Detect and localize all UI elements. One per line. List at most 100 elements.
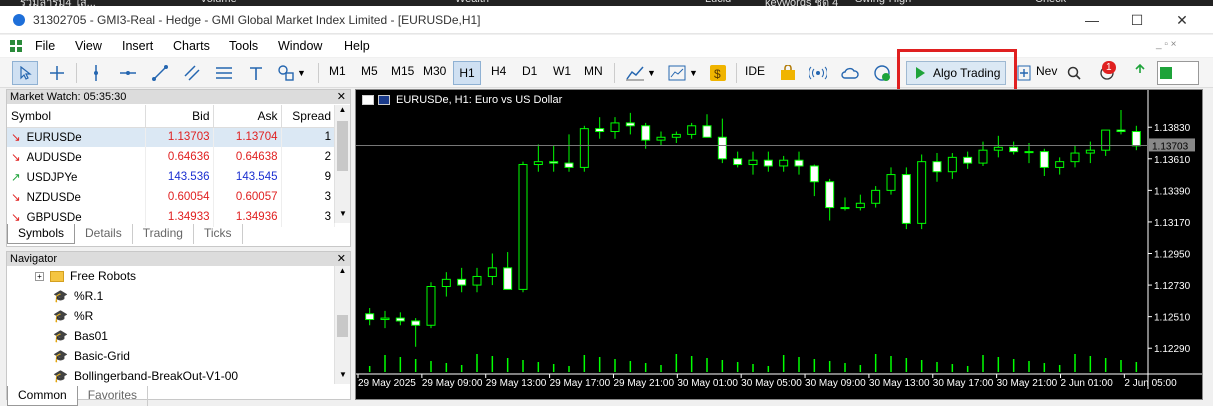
vertical-line-button[interactable]: [84, 61, 108, 85]
timeframe-d1[interactable]: D1: [522, 64, 537, 78]
nav-folder-free-robots[interactable]: + Free Robots: [35, 266, 136, 286]
tab-details[interactable]: Details: [75, 224, 133, 244]
nav-ea-item[interactable]: 🎓 Bas01: [53, 326, 108, 346]
indicators-dropdown[interactable]: ▼: [664, 61, 702, 85]
cursor-tool-button[interactable]: [12, 61, 38, 85]
title-bar: 31302705 - GMI3-Real - Hedge - GMI Globa…: [0, 6, 1213, 34]
trendline-button[interactable]: [148, 61, 172, 85]
column-symbol[interactable]: Symbol: [7, 105, 146, 128]
maximize-button[interactable]: ☐: [1115, 9, 1159, 31]
shapes-dropdown[interactable]: ▼: [272, 61, 312, 85]
arrow-down-icon: ↘: [11, 152, 21, 164]
timeframe-m1[interactable]: M1: [329, 64, 346, 78]
ide-button[interactable]: IDE: [745, 64, 765, 78]
menu-tools[interactable]: Tools: [229, 39, 258, 53]
nav-ea-item[interactable]: 🎓 %R.1: [53, 286, 103, 306]
chart-type-dropdown[interactable]: ▼: [622, 61, 660, 85]
nav-ea-item[interactable]: 🎓 %R: [53, 306, 93, 326]
signals-button[interactable]: [806, 61, 830, 85]
menu-file[interactable]: File: [35, 39, 55, 53]
tab-favorites[interactable]: Favorites: [78, 386, 149, 406]
candle-body: [1009, 146, 1019, 153]
tab-symbols[interactable]: Symbols: [7, 224, 76, 244]
market-watch-row[interactable]: ↘ NZDUSDe 0.60054 0.60057 3: [7, 187, 335, 207]
price-chart[interactable]: 1.13830 1.13610 1.13390 1.13170 1.12950 1.127…: [356, 90, 1202, 399]
mdi-controls[interactable]: _ ▫ ×: [1156, 39, 1177, 50]
vertical-line-icon: [94, 65, 98, 81]
timeframe-m30[interactable]: M30: [423, 64, 446, 78]
taskbar-item[interactable]: Wealth: [455, 0, 489, 5]
navigator-header: Navigator ✕: [7, 252, 350, 266]
new-order-plus-button[interactable]: [1016, 61, 1032, 85]
crosshair-button[interactable]: [44, 61, 70, 85]
nav-ea-item[interactable]: 🎓 Basic-Grid: [53, 346, 130, 366]
candle-body: [733, 158, 743, 166]
column-bid[interactable]: Bid: [145, 105, 214, 128]
tab-ticks[interactable]: Ticks: [194, 224, 243, 244]
bid-cell: 1.13703: [145, 127, 214, 147]
scroll-thumb[interactable]: [337, 121, 348, 171]
symbol-name: GBPUSDe: [26, 212, 82, 224]
menu-insert[interactable]: Insert: [122, 39, 153, 53]
level-icon: [1135, 64, 1145, 73]
candle-body: [533, 161, 543, 166]
menu-charts[interactable]: Charts: [173, 39, 210, 53]
close-icon[interactable]: ✕: [337, 90, 346, 104]
scroll-up-icon[interactable]: ▲: [335, 105, 350, 119]
horizontal-line-button[interactable]: [116, 61, 140, 85]
scroll-up-icon[interactable]: ▲: [335, 266, 350, 280]
timeframe-mn[interactable]: MN: [584, 64, 603, 78]
channel-button[interactable]: [180, 61, 204, 85]
candle-body: [1085, 149, 1095, 154]
symbol-name: AUDUSDe: [26, 152, 82, 164]
taskbar-item[interactable]: Lucid: [705, 0, 731, 5]
candle-body: [1055, 161, 1065, 168]
text-tool-button[interactable]: [244, 61, 268, 85]
timeframe-m15[interactable]: M15: [391, 64, 414, 78]
market-watch-row[interactable]: ↘ AUDUSDe 0.64636 0.64638 2: [7, 147, 335, 167]
candle-body: [993, 146, 1003, 151]
market-watch-title: Market Watch: 05:35:30: [10, 91, 127, 103]
menu-window[interactable]: Window: [278, 39, 322, 53]
community-button[interactable]: [870, 61, 894, 85]
spread-cell: 2: [281, 147, 335, 167]
market-button[interactable]: $: [706, 61, 730, 85]
nav-ea-item[interactable]: 🎓 Bollingerband-BreakOut-V1-00: [53, 366, 238, 386]
timeframe-h4[interactable]: H4: [491, 64, 506, 78]
candle-body: [901, 174, 911, 224]
tab-trading[interactable]: Trading: [133, 224, 194, 244]
market-bag-button[interactable]: [776, 61, 800, 85]
scroll-down-icon[interactable]: ▼: [335, 370, 351, 384]
fibonacci-button[interactable]: [212, 61, 236, 85]
taskbar-item[interactable]: Check: [1035, 0, 1066, 5]
candle-body: [687, 125, 697, 135]
taskbar-item[interactable]: Volume: [200, 0, 237, 5]
scroll-thumb[interactable]: [337, 315, 348, 337]
level-button[interactable]: [1130, 61, 1150, 85]
tab-common[interactable]: Common: [7, 386, 78, 406]
close-icon[interactable]: ✕: [337, 252, 346, 266]
vps-button[interactable]: [838, 61, 862, 85]
market-watch-row[interactable]: ↗ USDJPYe 143.536 143.545 9: [7, 167, 335, 187]
taskbar-item[interactable]: Swing-High: [855, 0, 911, 5]
market-watch-row[interactable]: ↘ EURUSDe 1.13703 1.13704 1: [7, 127, 335, 147]
ask-cell: 1.13704: [213, 127, 282, 147]
chart-window[interactable]: 1.13830 1.13610 1.13390 1.13170 1.12950 1.127…: [355, 89, 1203, 400]
menu-view[interactable]: View: [75, 39, 102, 53]
close-button[interactable]: ✕: [1160, 9, 1204, 31]
market-watch-scrollbar[interactable]: ▲ ▼: [334, 105, 350, 223]
candle-body: [671, 133, 681, 138]
column-spread[interactable]: Spread: [281, 105, 335, 128]
new-order-button[interactable]: Nev: [1036, 64, 1057, 78]
minimize-button[interactable]: —: [1070, 9, 1114, 31]
notifications-button[interactable]: 1: [1094, 61, 1120, 85]
timeframe-w1[interactable]: W1: [553, 64, 571, 78]
scroll-down-icon[interactable]: ▼: [335, 209, 351, 223]
timeframe-m5[interactable]: M5: [361, 64, 378, 78]
menu-help[interactable]: Help: [344, 39, 370, 53]
search-button[interactable]: [1064, 61, 1084, 85]
column-ask[interactable]: Ask: [213, 105, 282, 128]
navigator-scrollbar[interactable]: ▲ ▼: [334, 266, 350, 384]
timeframe-h1[interactable]: H1: [453, 61, 481, 85]
expand-icon[interactable]: +: [35, 271, 44, 281]
